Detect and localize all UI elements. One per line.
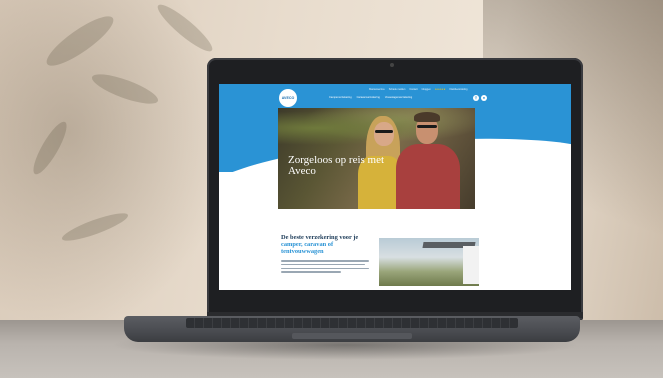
hero-title: Zorgeloos op reis met Aveco (288, 154, 385, 177)
topbar-link-service[interactable]: Klantenservice (369, 87, 385, 92)
nav-item-caravan[interactable]: Caravanverzekering (357, 96, 380, 99)
topbar-link-login[interactable]: Inloggen (422, 87, 431, 92)
caravan-shape (463, 246, 479, 284)
logo-text: AVECO (281, 96, 295, 100)
hero-person-man-hair (414, 112, 440, 122)
search-button[interactable]: ⚲ (473, 95, 479, 101)
top-utility-bar: Klantenservice Schade melden Contact Inl… (369, 87, 467, 92)
site-logo[interactable]: AVECO (279, 89, 297, 107)
section-title-accent: camper, caravan of tentvouwwagen (281, 241, 334, 255)
section-title: De beste verzekering voor je camper, car… (281, 234, 371, 255)
main-navigation: Camperverzekering Caravanverzekering Vou… (329, 96, 412, 99)
nav-item-camper[interactable]: Camperverzekering (329, 96, 352, 99)
section-title-text: De beste verzekering voor je (281, 234, 359, 241)
topbar-link-contact[interactable]: Contact (409, 87, 417, 92)
account-button[interactable]: ● (481, 95, 487, 101)
hero-person-woman-face (374, 122, 394, 146)
hero-person-man-body (396, 144, 460, 209)
laptop-screen: Klantenservice Schade melden Contact Inl… (219, 84, 571, 290)
hero-image: Zorgeloos op reis met Aveco (278, 108, 475, 209)
sunglasses-icon (417, 125, 437, 128)
topbar-rating-label: Klantbeoordeling (449, 88, 468, 91)
laptop-keyboard (186, 318, 518, 328)
topbar-link-claim[interactable]: Schade melden (389, 87, 406, 92)
nav-item-vouwwagen[interactable]: Vouwwagenverzekering (385, 96, 412, 99)
laptop-lid: Klantenservice Schade melden Contact Inl… (207, 58, 583, 320)
section-body-text (281, 260, 371, 275)
sunglasses-icon (375, 130, 393, 133)
text-line (281, 267, 369, 270)
text-line (281, 271, 341, 273)
text-line (281, 263, 365, 266)
laptop-trackpad (292, 333, 412, 339)
rating-stars: ★★★★★ (434, 88, 446, 91)
text-line (281, 260, 369, 262)
user-icon: ● (482, 95, 486, 100)
webcam-icon (390, 63, 394, 67)
search-icon: ⚲ (474, 95, 478, 100)
caravan-photo (379, 238, 479, 286)
